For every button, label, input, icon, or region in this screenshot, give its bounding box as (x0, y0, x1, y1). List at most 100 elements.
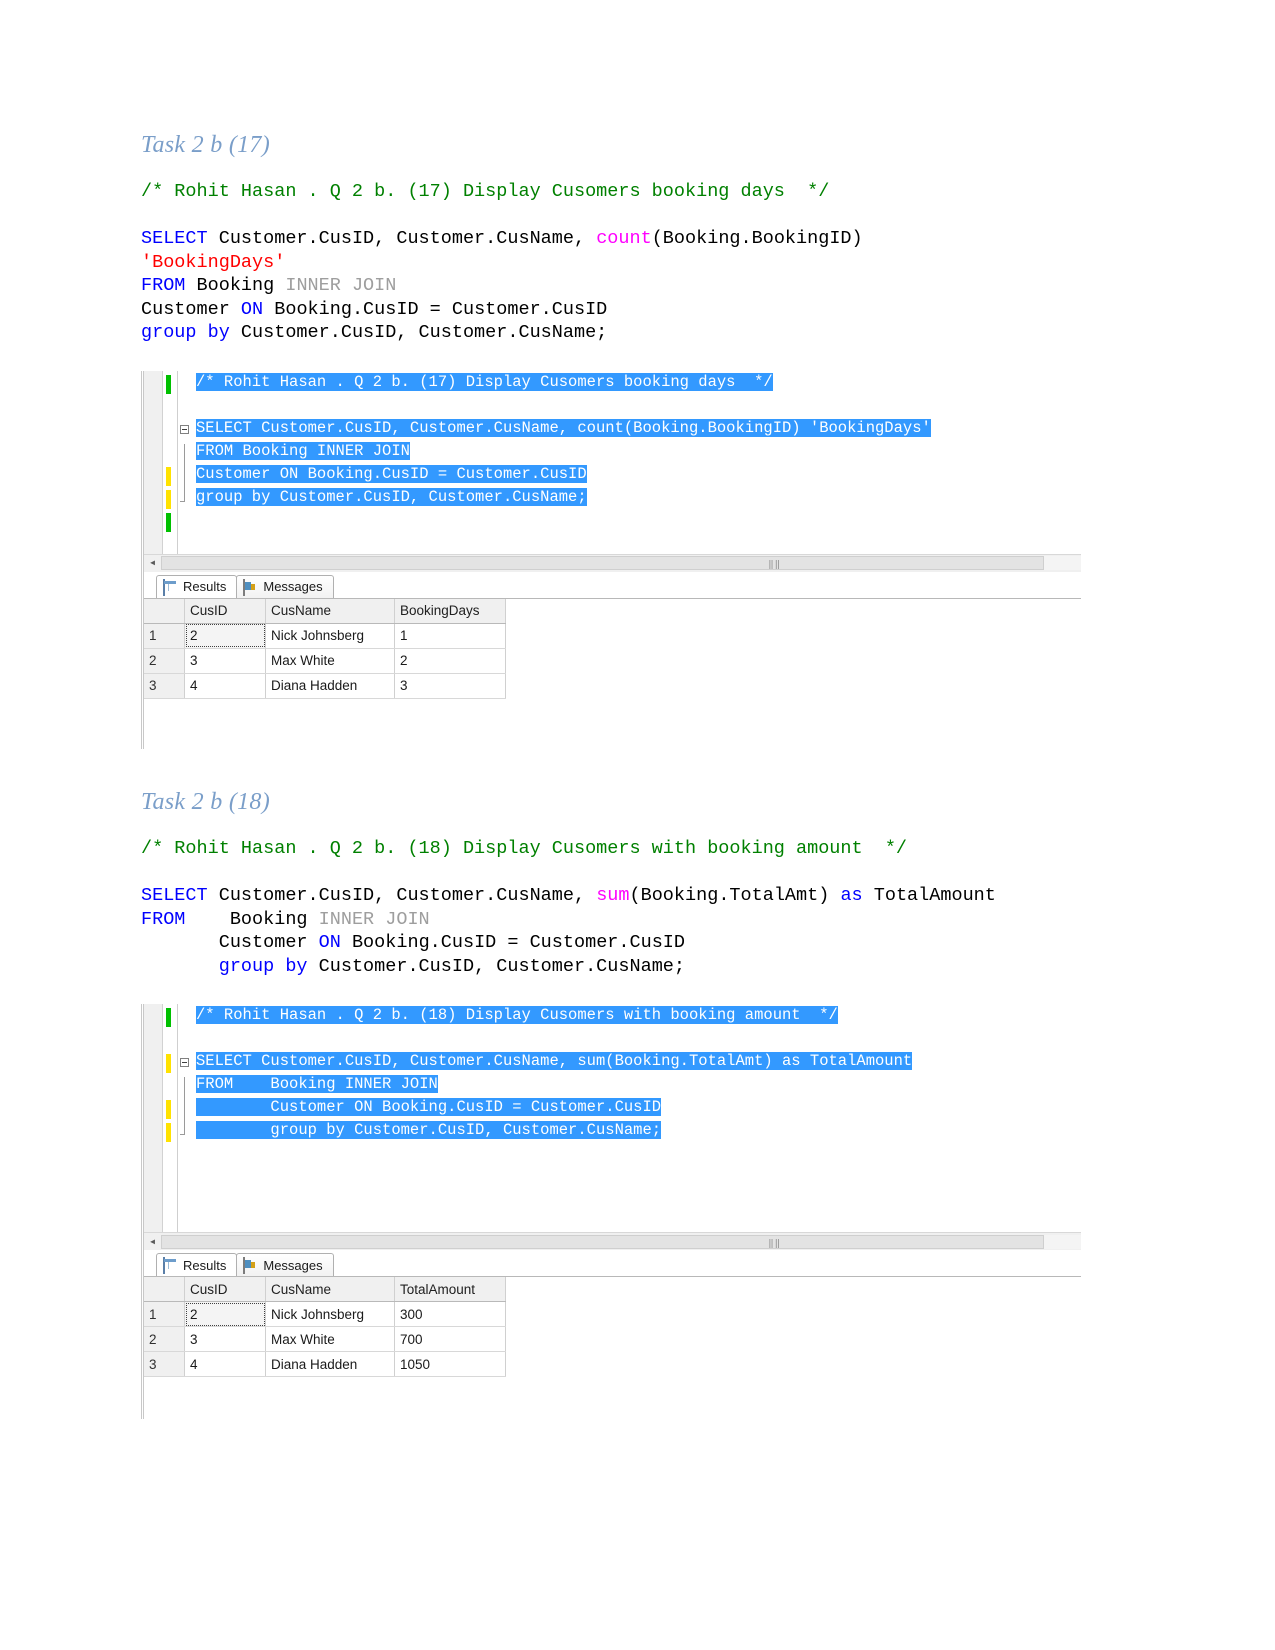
scrollbar-track[interactable]: ‖‖ (161, 1234, 1081, 1249)
scroll-left-arrow-icon[interactable]: ◀ (144, 1234, 161, 1249)
table-row[interactable]: 3 4 Diana Hadden 3 (144, 673, 506, 699)
editor-line: Customer ON Booking.CusID = Customer.Cus… (196, 463, 1081, 486)
fold-guide-line (184, 489, 185, 501)
editor-line (196, 1027, 1081, 1050)
message-icon-glyph (243, 578, 246, 596)
editor-text-area[interactable]: /* Rohit Hasan . Q 2 b. (17) Display Cus… (192, 371, 1081, 554)
table-row[interactable]: 2 3 Max White 2 (144, 648, 506, 674)
code-token: (Booking.TotalAmt) (629, 885, 841, 907)
cell-BookingDays[interactable]: 3 (394, 673, 506, 699)
editor-line-text: FROM Booking INNER JOIN (196, 1075, 438, 1094)
code-folding-column[interactable] (178, 1004, 192, 1233)
results-empty-area (144, 700, 1081, 749)
editor-text-area[interactable]: /* Rohit Hasan . Q 2 b. (18) Display Cus… (192, 1004, 1081, 1232)
scrollbar-thumb[interactable] (161, 1234, 1045, 1249)
change-marker (166, 512, 171, 532)
grid-corner-cell (144, 598, 185, 624)
tab-messages[interactable]: Messages (236, 1253, 334, 1277)
table-row[interactable]: 3 4 Diana Hadden 1050 (144, 1351, 506, 1378)
ssms-screenshot: /* Rohit Hasan . Q 2 b. (17) Display Cus… (141, 370, 1081, 749)
cell-TotalAmount[interactable]: 1050 (394, 1351, 506, 1378)
code-token: /* Rohit Hasan . Q 2 b. (18) Display Cus… (141, 838, 908, 860)
scrollbar-track[interactable]: ‖‖ (161, 556, 1081, 571)
cell-CusID[interactable]: 2 (184, 1301, 266, 1328)
code-token: ON (318, 932, 352, 954)
column-header-CusName[interactable]: CusName (265, 1277, 395, 1303)
code-token: count (596, 228, 652, 250)
code-line: Customer ON Booking.CusID = Customer.Cus… (141, 931, 1081, 955)
code-token: Customer (141, 298, 241, 320)
results-grid[interactable]: CusID CusName BookingDays 1 2 Nick Johnsberg 1… (144, 598, 506, 699)
column-header-CusID[interactable]: CusID (184, 598, 266, 624)
row-number[interactable]: 1 (144, 1301, 185, 1328)
code-folding-column[interactable] (178, 370, 192, 554)
cell-CusID[interactable]: 4 (184, 1351, 266, 1378)
scrollbar-thumb[interactable] (161, 556, 1045, 571)
cell-CusName[interactable]: Nick Johnsberg (265, 623, 395, 649)
fold-end-tick (180, 500, 185, 502)
cell-CusID[interactable]: 3 (184, 1326, 266, 1353)
code-token: SELECT (141, 228, 219, 250)
cell-CusName[interactable]: Nick Johnsberg (265, 1301, 395, 1328)
cell-TotalAmount[interactable]: 300 (394, 1301, 506, 1328)
editor-line: /* Rohit Hasan . Q 2 b. (17) Display Cus… (196, 371, 1081, 394)
editor-line-text: Customer ON Booking.CusID = Customer.Cus… (196, 464, 587, 483)
fold-toggle-icon[interactable] (180, 1058, 189, 1068)
fold-toggle-icon[interactable] (180, 424, 189, 434)
cell-CusName[interactable]: Diana Hadden (265, 673, 395, 699)
grid-header-row: CusID CusName BookingDays (144, 598, 506, 624)
column-header-TotalAmount[interactable]: TotalAmount (394, 1277, 506, 1303)
change-marker (166, 1100, 171, 1120)
tab-results[interactable]: Results (156, 574, 238, 598)
row-number[interactable]: 2 (144, 648, 185, 674)
sql-editor[interactable]: /* Rohit Hasan . Q 2 b. (17) Display Cus… (144, 370, 1081, 554)
editor-horizontal-scrollbar[interactable]: ◀ ‖‖ (144, 553, 1081, 572)
row-number[interactable]: 3 (144, 1351, 185, 1378)
table-row[interactable]: 2 3 Max White 700 (144, 1326, 506, 1353)
editor-line-text: /* Rohit Hasan . Q 2 b. (18) Display Cus… (196, 1006, 838, 1025)
table-row[interactable]: 1 2 Nick Johnsberg 1 (144, 623, 506, 649)
cell-TotalAmount[interactable]: 700 (394, 1326, 506, 1353)
code-line: group by Customer.CusID, Customer.CusNam… (141, 955, 1081, 979)
code-token: ON (240, 298, 275, 320)
editor-line: /* Rohit Hasan . Q 2 b. (18) Display Cus… (196, 1004, 1081, 1027)
column-header-BookingDays[interactable]: BookingDays (394, 598, 506, 624)
column-header-CusName[interactable]: CusName (265, 598, 395, 624)
cell-CusName[interactable]: Max White (265, 1326, 395, 1353)
results-grid[interactable]: CusID CusName TotalAmount 1 2 Nick Johnsberg 3… (144, 1277, 506, 1378)
editor-line: Customer ON Booking.CusID = Customer.Cus… (196, 1096, 1081, 1119)
code-line: /* Rohit Hasan . Q 2 b. (17) Display Cus… (141, 180, 1081, 204)
tab-messages[interactable]: Messages (236, 574, 334, 598)
editor-horizontal-scrollbar[interactable]: ◀ ‖‖ (144, 1232, 1081, 1251)
cell-CusID[interactable]: 2 (184, 623, 266, 649)
row-number[interactable]: 1 (144, 623, 185, 649)
scrollbar-grip-icon: ‖‖ (768, 1238, 782, 1249)
cell-CusID[interactable]: 4 (184, 673, 266, 699)
code-line: SELECT Customer.CusID, Customer.CusName,… (141, 884, 1081, 908)
code-token: group by (141, 955, 319, 977)
code-line: SELECT Customer.CusID, Customer.CusName,… (141, 227, 1081, 251)
row-number[interactable]: 2 (144, 1326, 185, 1353)
column-header-CusID[interactable]: CusID (184, 1277, 266, 1303)
fold-guide-line (184, 1077, 185, 1101)
row-number[interactable]: 3 (144, 673, 185, 699)
results-tabstrip: Results Messages (144, 1250, 1081, 1278)
scroll-left-arrow-icon[interactable]: ◀ (144, 556, 161, 571)
cell-CusName[interactable]: Max White (265, 648, 395, 674)
cell-BookingDays[interactable]: 2 (394, 648, 506, 674)
sql-editor[interactable]: /* Rohit Hasan . Q 2 b. (18) Display Cus… (144, 1004, 1081, 1233)
grid-header-row: CusID CusName TotalAmount (144, 1277, 506, 1303)
results-pane: Results Messages CusID CusName TotalAmount 1 2… (144, 1250, 1081, 1420)
cell-CusName[interactable]: Diana Hadden (265, 1351, 395, 1378)
code-line: Customer ON Booking.CusID = Customer.Cus… (141, 298, 1081, 322)
editor-line-text: Customer ON Booking.CusID = Customer.Cus… (196, 1098, 662, 1117)
cell-BookingDays[interactable]: 1 (394, 623, 506, 649)
editor-gutter (144, 1004, 163, 1233)
cell-CusID[interactable]: 3 (184, 648, 266, 674)
tab-results[interactable]: Results (156, 1253, 238, 1277)
table-row[interactable]: 1 2 Nick Johnsberg 300 (144, 1301, 506, 1328)
code-line: FROM Booking INNER JOIN (141, 274, 1081, 298)
message-icon (243, 1257, 258, 1275)
ssms-window: /* Rohit Hasan . Q 2 b. (17) Display Cus… (141, 370, 1081, 749)
